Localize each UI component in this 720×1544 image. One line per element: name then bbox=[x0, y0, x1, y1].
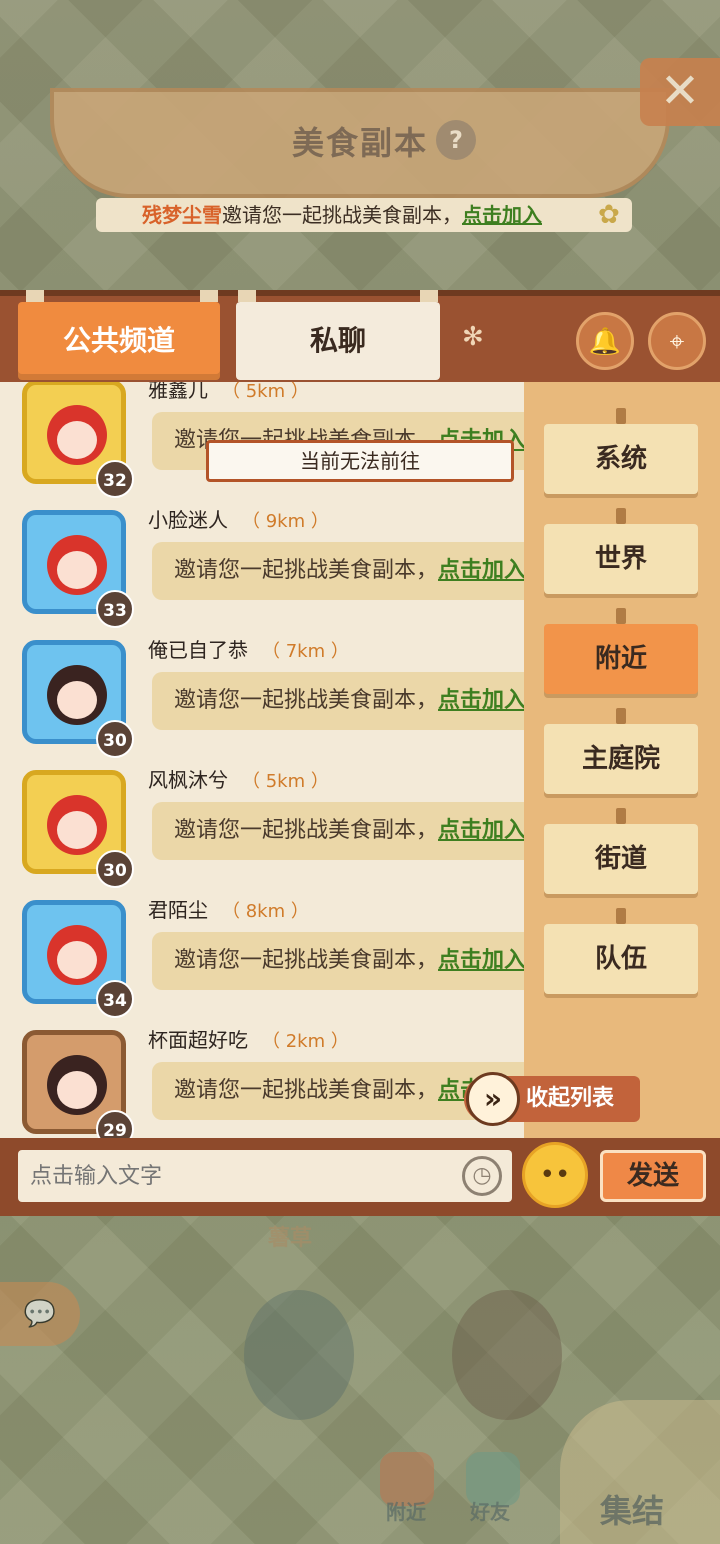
help-icon[interactable]: ? bbox=[436, 120, 476, 160]
list-item[interactable]: 29 杯面超好吃（ 2km ） 邀请您一起挑战美食副本，点击加入 bbox=[0, 1024, 524, 1138]
flower-icon: ✿ bbox=[598, 200, 620, 230]
inviter-name: 残梦尘雪 bbox=[142, 203, 222, 227]
message-bubble: 邀请您一起挑战美食副本，点击加入 bbox=[152, 672, 524, 730]
category-street[interactable]: 街道 bbox=[544, 824, 698, 894]
tag-pin bbox=[616, 808, 626, 824]
friends-label: 好友 bbox=[470, 1500, 510, 1524]
join-link[interactable]: 点击加入 bbox=[438, 818, 524, 843]
category-system[interactable]: 系统 bbox=[544, 424, 698, 494]
tab-pin bbox=[200, 290, 218, 302]
send-button[interactable]: 发送 bbox=[600, 1150, 706, 1202]
level-badge: 32 bbox=[96, 460, 134, 498]
level-badge: 30 bbox=[96, 850, 134, 888]
list-item[interactable]: 33 小脸迷人（ 9km ） 邀请您一起挑战美食副本，点击加入 bbox=[0, 504, 524, 634]
nearby-label: 附近 bbox=[386, 1500, 426, 1524]
tab-pin bbox=[26, 290, 44, 302]
close-button[interactable]: ✕ bbox=[640, 58, 720, 126]
emoji-icon[interactable]: •• bbox=[522, 1142, 588, 1208]
scene-label: 薯草 bbox=[268, 1226, 313, 1251]
message-list[interactable]: 32 雅鑫儿（ 5km ） 邀请您一起挑战美食副本，点击加入 33 小脸迷人（ … bbox=[0, 382, 524, 1138]
chat-input[interactable] bbox=[18, 1150, 512, 1202]
sender-name: 小脸迷人（ 9km ） bbox=[148, 508, 329, 532]
chat-bubble-icon[interactable]: 💬 bbox=[0, 1282, 80, 1346]
invite-text: 邀请您一起挑战美食副本， bbox=[222, 203, 462, 227]
join-link[interactable]: 点击加入 bbox=[438, 558, 524, 583]
tag-pin bbox=[616, 708, 626, 724]
tag-pin bbox=[616, 408, 626, 424]
tab-pin bbox=[420, 290, 438, 302]
character-sprite bbox=[452, 1290, 562, 1420]
message-bubble: 邀请您一起挑战美食副本，点击加入 bbox=[152, 542, 524, 600]
list-item[interactable]: 30 风枫沐兮（ 5km ） 邀请您一起挑战美食副本，点击加入 bbox=[0, 764, 524, 894]
tab-public-channel[interactable]: 公共频道 bbox=[18, 302, 220, 380]
join-link[interactable]: 点击加入 bbox=[438, 948, 524, 973]
character-sprite bbox=[244, 1290, 354, 1420]
category-team[interactable]: 队伍 bbox=[544, 924, 698, 994]
level-badge: 33 bbox=[96, 590, 134, 628]
clock-icon[interactable]: ◷ bbox=[462, 1156, 502, 1196]
tag-pin bbox=[616, 608, 626, 624]
category-nearby[interactable]: 附近 bbox=[544, 624, 698, 694]
list-item[interactable]: 30 俺已自了恭（ 7km ） 邀请您一起挑战美食副本，点击加入 bbox=[0, 634, 524, 764]
list-item[interactable]: 34 君陌尘（ 8km ） 邀请您一起挑战美食副本，点击加入 bbox=[0, 894, 524, 1024]
double-chevron-right-icon[interactable]: » bbox=[466, 1072, 520, 1126]
message-bubble: 邀请您一起挑战美食副本，点击加入 bbox=[152, 932, 524, 990]
sender-name: 俺已自了恭（ 7km ） bbox=[148, 638, 349, 662]
location-pin-icon[interactable]: ⌖ bbox=[648, 312, 706, 370]
page-title: 美食副本 bbox=[291, 124, 428, 162]
sender-name: 雅鑫儿（ 5km ） bbox=[148, 382, 309, 402]
tab-private-chat[interactable]: 私聊 bbox=[236, 302, 440, 380]
toast-message: 当前无法前往 bbox=[206, 440, 514, 482]
sparkle-icon: ✻ bbox=[462, 322, 484, 352]
category-world[interactable]: 世界 bbox=[544, 524, 698, 594]
bell-icon[interactable]: 🔔 bbox=[576, 312, 634, 370]
gather-label: 集结 bbox=[600, 1492, 665, 1530]
sender-name: 君陌尘（ 8km ） bbox=[148, 898, 309, 922]
level-badge: 30 bbox=[96, 720, 134, 758]
invite-join-link[interactable]: 点击加入 bbox=[462, 203, 542, 227]
level-badge: 34 bbox=[96, 980, 134, 1018]
sender-name: 风枫沐兮（ 5km ） bbox=[148, 768, 329, 792]
join-link[interactable]: 点击加入 bbox=[438, 688, 524, 713]
invite-banner[interactable]: 残梦尘雪邀请您一起挑战美食副本，点击加入 bbox=[96, 198, 632, 232]
message-bubble: 邀请您一起挑战美食副本，点击加入 bbox=[152, 802, 524, 860]
level-badge: 29 bbox=[96, 1110, 134, 1138]
tab-pin bbox=[238, 290, 256, 302]
sender-name: 杯面超好吃（ 2km ） bbox=[148, 1028, 349, 1052]
tag-pin bbox=[616, 508, 626, 524]
category-courtyard[interactable]: 主庭院 bbox=[544, 724, 698, 794]
tag-pin bbox=[616, 908, 626, 924]
